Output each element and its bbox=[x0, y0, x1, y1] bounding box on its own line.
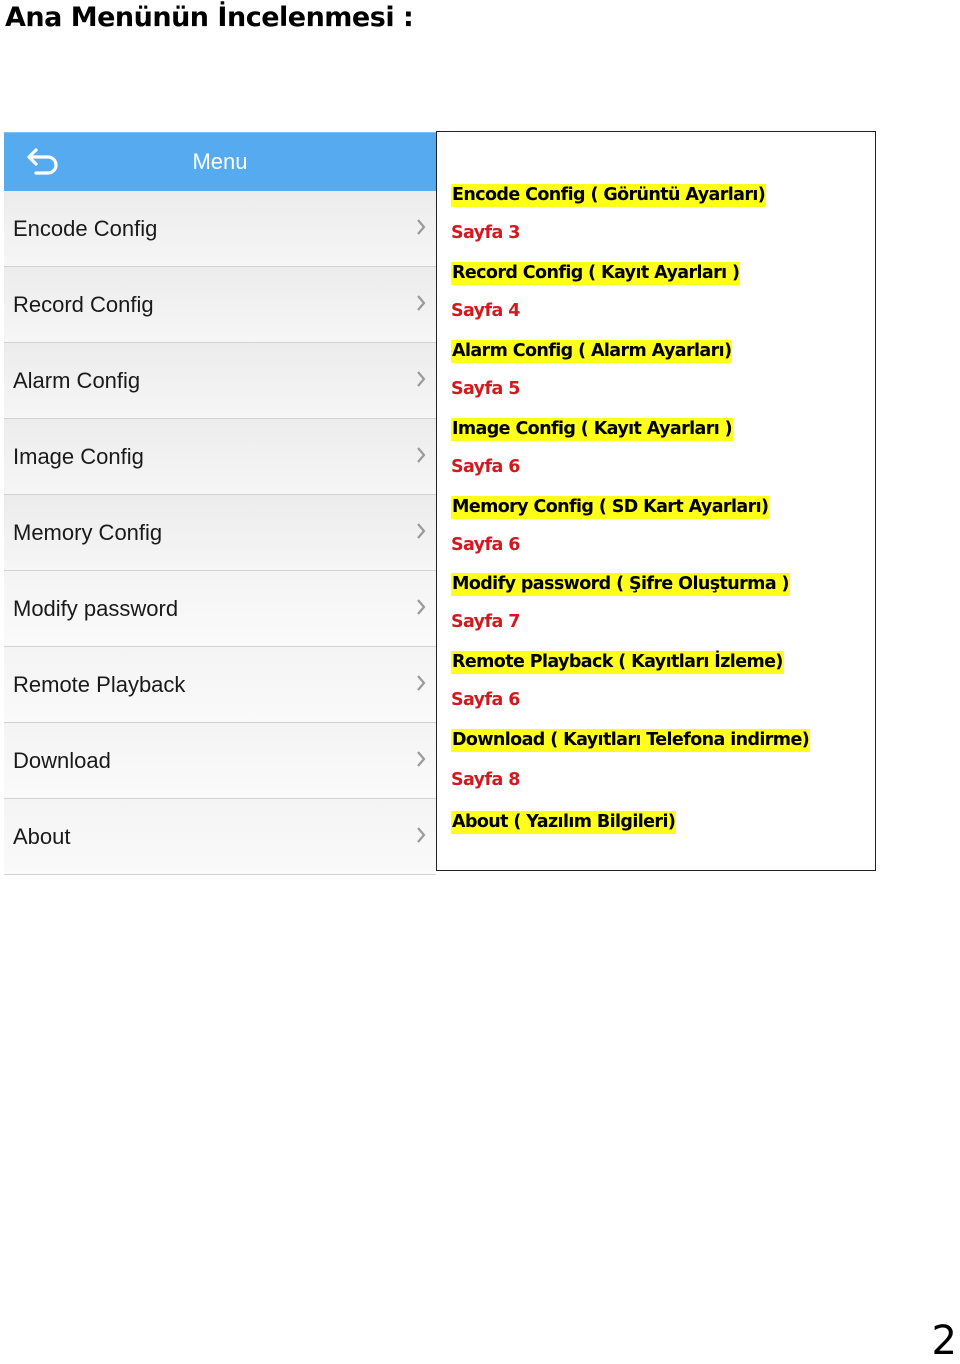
note-page-reference: Sayfa 5 bbox=[451, 379, 520, 399]
note-page-reference: Sayfa 7 bbox=[451, 612, 520, 632]
note-page-reference: Sayfa 4 bbox=[451, 301, 520, 321]
chevron-right-icon bbox=[417, 599, 426, 615]
chevron-right-icon bbox=[417, 219, 426, 235]
menu-item-label: Download bbox=[13, 748, 111, 773]
menu-item-label: Encode Config bbox=[13, 216, 158, 241]
menu-item-label: Modify password bbox=[13, 596, 179, 621]
note-menu-description: Encode Config ( Görüntü Ayarları) bbox=[451, 184, 767, 207]
note-page-reference: Sayfa 6 bbox=[451, 690, 520, 710]
chevron-right-icon bbox=[417, 447, 426, 463]
header-title: Menu bbox=[192, 149, 248, 174]
chevron-right-icon bbox=[417, 827, 426, 843]
menu-item-alarm-config[interactable]: Alarm Config bbox=[4, 343, 436, 419]
menu-item-label: Alarm Config bbox=[13, 368, 141, 393]
menu-item-label: Record Config bbox=[13, 292, 154, 317]
chevron-right-icon bbox=[417, 295, 426, 311]
note-menu-description: Alarm Config ( Alarm Ayarları) bbox=[451, 340, 733, 363]
page-number: 2 bbox=[931, 1318, 957, 1364]
menu-list: Encode Config Record Config Alarm Config Im… bbox=[4, 191, 436, 875]
note-menu-description: Remote Playback ( Kayıtları İzleme) bbox=[451, 651, 784, 674]
chevron-right-icon bbox=[417, 371, 426, 387]
menu-item-encode-config[interactable]: Encode Config bbox=[4, 191, 436, 267]
menu-item-image-config[interactable]: Image Config bbox=[4, 419, 436, 495]
menu-item-label: Image Config bbox=[13, 444, 144, 469]
note-menu-description: Modify password ( Şifre Oluşturma ) bbox=[451, 573, 790, 596]
note-page-reference: Sayfa 3 bbox=[451, 223, 520, 243]
note-menu-description: About ( Yazılım Bilgileri) bbox=[451, 811, 677, 834]
menu-item-record-config[interactable]: Record Config bbox=[4, 267, 436, 343]
note-menu-description: Memory Config ( SD Kart Ayarları) bbox=[451, 496, 770, 519]
note-menu-description: Record Config ( Kayıt Ayarları ) bbox=[451, 262, 741, 285]
menu-item-label: Memory Config bbox=[13, 520, 163, 545]
note-page-reference: Sayfa 6 bbox=[451, 535, 520, 555]
chevron-right-icon bbox=[417, 523, 426, 539]
chevron-right-icon bbox=[417, 675, 426, 691]
app-header: Menu bbox=[4, 132, 436, 191]
note-page-reference: Sayfa 8 bbox=[451, 770, 520, 790]
menu-item-remote-playback[interactable]: Remote Playback bbox=[4, 647, 436, 723]
menu-item-label: About bbox=[13, 824, 71, 849]
notes-box: Encode Config ( Görüntü Ayarları) Sayfa 3… bbox=[436, 131, 876, 871]
note-menu-description: Image Config ( Kayıt Ayarları ) bbox=[451, 418, 734, 441]
app-menu-screenshot: Menu Encode Config Record Config Alarm Con… bbox=[4, 132, 436, 875]
menu-item-modify-password[interactable]: Modify password bbox=[4, 571, 436, 647]
page-title: Ana Menünün İncelenmesi : bbox=[5, 2, 414, 33]
menu-item-about[interactable]: About bbox=[4, 799, 436, 875]
menu-item-label: Remote Playback bbox=[13, 672, 186, 697]
chevron-right-icon bbox=[417, 751, 426, 767]
menu-item-memory-config[interactable]: Memory Config bbox=[4, 495, 436, 571]
note-page-reference: Sayfa 6 bbox=[451, 457, 520, 477]
note-menu-description: Download ( Kayıtları Telefona indirme) bbox=[451, 729, 811, 752]
menu-item-download[interactable]: Download bbox=[4, 723, 436, 799]
